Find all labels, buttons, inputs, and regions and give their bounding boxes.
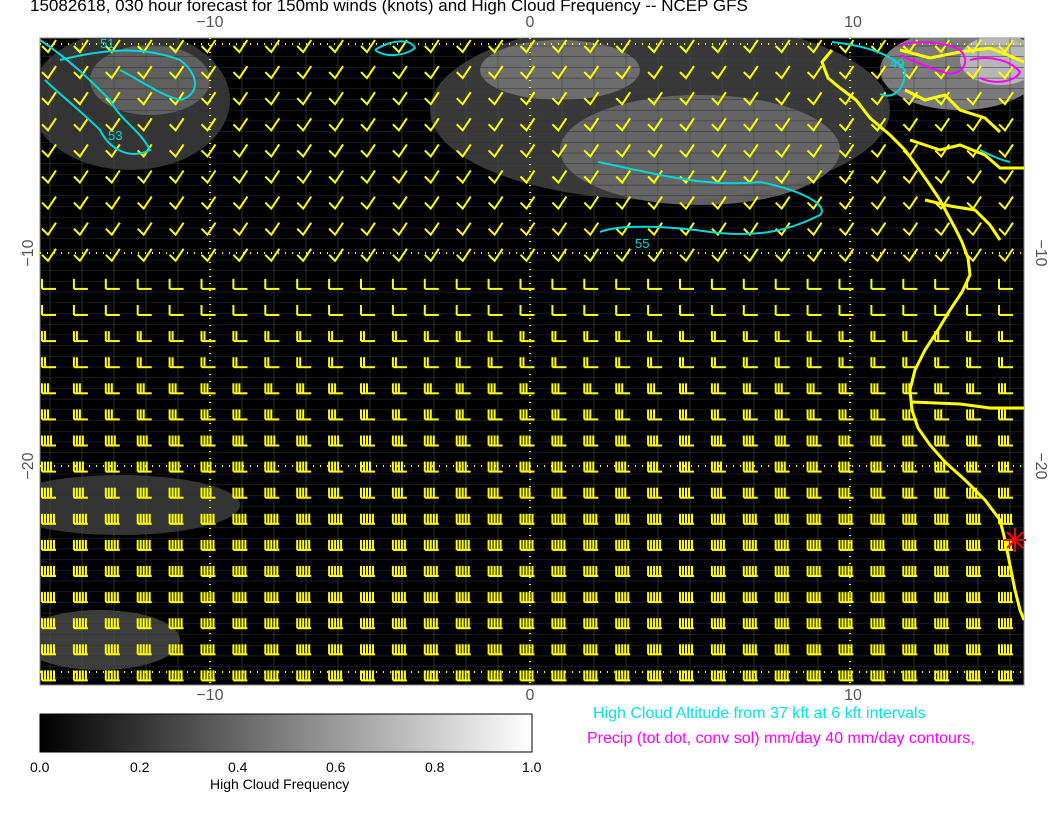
lon-tick-label-top: 10 xyxy=(844,14,862,31)
colorbar xyxy=(39,713,533,753)
lon-tick-label-top: −10 xyxy=(196,14,223,31)
cloud-altitude-note: High Cloud Altitude from 37 kft at 6 kft… xyxy=(593,705,926,722)
colorbar-tick-label: 0.0 xyxy=(30,759,50,775)
colorbar-tick-label: 1.0 xyxy=(522,759,542,775)
lat-tick-label-right: −10 xyxy=(1032,239,1049,266)
lon-tick-label-bottom: 0 xyxy=(526,687,535,704)
colorbar-tick-label: 0.6 xyxy=(326,759,346,775)
colorbar-tick-label: 0.2 xyxy=(130,759,150,775)
contour-label: 51 xyxy=(100,36,114,51)
colorbar-tick-label: 0.8 xyxy=(425,759,445,775)
lat-tick-label-left: −20 xyxy=(20,452,37,479)
contour-label: 53 xyxy=(108,128,122,143)
contour-label: 49 xyxy=(890,56,904,71)
precip-note: Precip (tot dot, conv sol) mm/day 40 mm/… xyxy=(587,730,975,747)
contour-label: 55 xyxy=(635,236,649,251)
colorbar-tick-label: 0.4 xyxy=(228,759,248,775)
lat-tick-label-left: −10 xyxy=(20,239,37,266)
lon-tick-label-bottom: 10 xyxy=(844,687,862,704)
colorbar-title: High Cloud Frequency xyxy=(210,776,350,792)
lon-tick-label-top: 0 xyxy=(526,14,535,31)
lon-tick-label-bottom: −10 xyxy=(196,687,223,704)
lat-tick-label-right: −20 xyxy=(1032,452,1049,479)
map-figure: 51 53 55 49 −10 0 10 −10 0 10 −10 −20 −1… xyxy=(20,14,1049,753)
